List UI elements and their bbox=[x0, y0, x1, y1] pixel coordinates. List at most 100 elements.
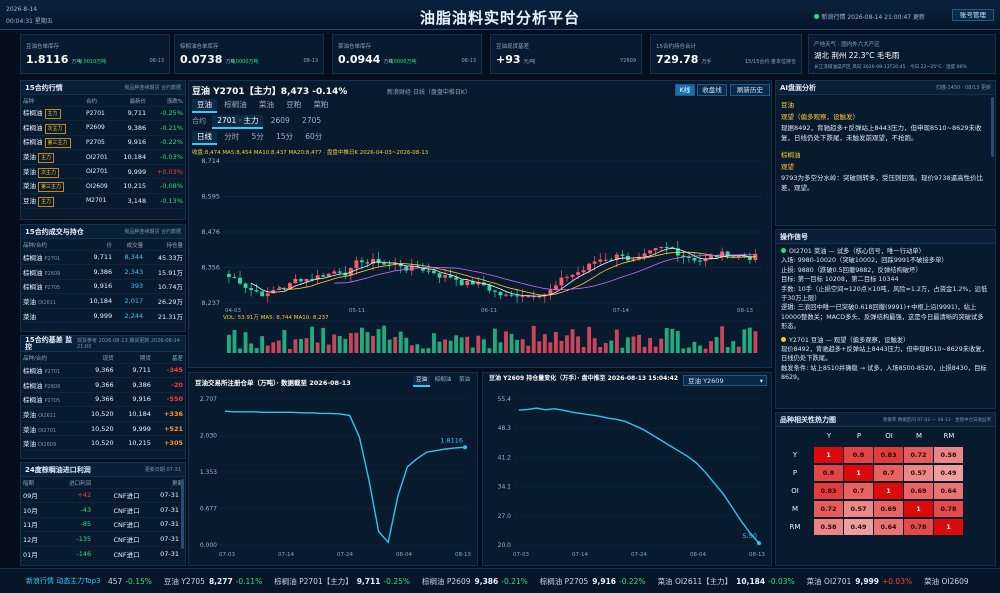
ticker-item[interactable]: 棕榈油 P2701【主力】 9,711 -0.25% bbox=[274, 577, 410, 586]
basis-value: -550 bbox=[152, 392, 185, 408]
wh-tab-palm-oil[interactable]: 棕榈油 bbox=[432, 376, 455, 385]
contract-2701[interactable]: 2701 · 主力 bbox=[212, 115, 264, 129]
volume-header-row: 品种/合约价成交量 持仓量 bbox=[21, 240, 185, 251]
table-row[interactable]: 菜油 OI2611 10,520 10,184 +336 bbox=[21, 406, 185, 422]
kline-button[interactable]: K线 bbox=[675, 84, 695, 96]
table-row[interactable]: 棕榈油 P2705 9,916 393 10.74万 bbox=[21, 279, 185, 295]
volume-bar bbox=[476, 335, 481, 353]
ma20-line bbox=[334, 254, 756, 291]
ticker-item[interactable]: 棕榈油 P2609 9,386 -0.21% bbox=[422, 577, 528, 586]
table-row[interactable]: 12月 -135 CNF进口 07-31 bbox=[21, 531, 185, 547]
close-line-button[interactable]: 收盘线 bbox=[697, 84, 727, 96]
profit-scrollbar[interactable] bbox=[181, 479, 184, 549]
wh-tab-rapeseed-oil[interactable]: 菜油 bbox=[456, 376, 473, 385]
candle-body bbox=[587, 263, 592, 271]
quote-tag: 次主力 bbox=[38, 167, 60, 178]
candle-body bbox=[332, 271, 337, 274]
tab-rapeseed-meal[interactable]: 菜粕 bbox=[308, 99, 333, 111]
ticker-item[interactable]: 菜油 OI2611【主力】 10,184 -0.03% bbox=[658, 577, 795, 586]
table-row[interactable]: 01月 -146 CNF进口 07-31 bbox=[21, 546, 185, 562]
basis-panel: 15合约基差 监控 现货参考 2026-08-13 期货更新 2026-08-14… bbox=[20, 335, 186, 459]
ticker-item[interactable]: 菜油 OI2609 bbox=[924, 577, 969, 586]
ticker-item[interactable]: 棕榈油 P2705 9,916 -0.22% bbox=[540, 577, 646, 586]
contract-select[interactable]: 豆油 Y2609 ▾ bbox=[683, 375, 767, 386]
y-tick-label: 8,595 bbox=[201, 193, 220, 201]
heatmap-cell: 0.49 bbox=[844, 519, 873, 535]
volume-name-cell: 棕榈油 P2705 bbox=[21, 279, 78, 295]
table-row[interactable]: 菜油 OI2701 10,520 9,999 +521 bbox=[21, 421, 185, 437]
oi-chart-panel: 豆油 Y2609 持仓量变化（万手）· 盘中推至 2026-08-13 15:0… bbox=[482, 372, 772, 566]
tab-soybean-oil[interactable]: 豆油 bbox=[192, 99, 217, 113]
contract-row: 合约 2701 · 主力 2609 2705 bbox=[192, 115, 326, 129]
ai-content: 豆油 观望（偏多观察，设触发） 现据8492，背驰趋多+反弹站上8443压力，但… bbox=[781, 101, 987, 193]
candle-body bbox=[376, 258, 381, 264]
kpi-value: 0.0738 万吨 bbox=[180, 53, 235, 66]
table-row[interactable]: 棕榈油 次主力 P2609 9,386 -0.21% bbox=[21, 120, 185, 136]
volume-bar bbox=[520, 339, 525, 353]
tab-soybean-meal[interactable]: 豆粕 bbox=[281, 99, 306, 111]
col-spot: 现货 bbox=[78, 353, 116, 364]
kpi-number: +93 bbox=[496, 53, 521, 66]
candle-body bbox=[299, 278, 303, 282]
ticker-item[interactable]: 豆油 Y2705 8,277 -0.11% bbox=[164, 577, 262, 586]
basis-name: 棕榈油 bbox=[23, 396, 43, 405]
table-row[interactable]: 菜油 主力 OI2701 10,184 -0.03% bbox=[21, 149, 185, 165]
table-row[interactable]: 棕榈油 P2705 9,366 9,916 -550 bbox=[21, 392, 185, 408]
table-row[interactable]: 11月 -85 CNF进口 07-31 bbox=[21, 517, 185, 533]
candlestick-chart[interactable]: 8,714 8,595 8,476 8,356 8,237 04-03 05-11 06-11… bbox=[189, 155, 771, 367]
basis-name-cell: 菜油 OI2609 bbox=[21, 435, 79, 452]
volume-bar bbox=[675, 330, 680, 353]
volume-bar bbox=[432, 333, 436, 353]
ticker-item[interactable]: 菜油 OI2701 9,999 +0.03% bbox=[807, 577, 912, 586]
volume-bar bbox=[531, 325, 536, 353]
table-row[interactable]: 棕榈油 主力 P2701 9,711 -0.25% bbox=[21, 106, 185, 122]
table-row[interactable]: 菜油 9,999 2,244 21.31万 bbox=[21, 308, 185, 324]
heatmap-cell: 1 bbox=[844, 465, 873, 481]
volume-bar bbox=[659, 338, 664, 353]
contract-2609[interactable]: 2609 bbox=[266, 115, 295, 127]
wh-tab-soybean-oil[interactable]: 豆油 bbox=[412, 376, 430, 387]
ticker-name: 菜油 OI2701 bbox=[806, 577, 852, 586]
profit-month: 01月 bbox=[21, 546, 52, 562]
period-5min[interactable]: 5分 bbox=[246, 131, 268, 143]
period-daily[interactable]: 日线 bbox=[192, 131, 217, 145]
volume-code: P2701 bbox=[44, 256, 61, 263]
profit-value: -43 bbox=[51, 502, 94, 518]
table-row[interactable]: 豆油 主力 M2701 3,148 -0.13% bbox=[21, 193, 185, 209]
basis-fut: 9,999 bbox=[115, 421, 153, 437]
table-row[interactable]: 棕榈油 P2609 9,366 9,386 -20 bbox=[21, 377, 185, 393]
candle-body bbox=[664, 247, 669, 249]
contract-2705[interactable]: 2705 bbox=[297, 115, 326, 127]
table-row[interactable]: 棕榈油 P2701 9,366 9,711 -345 bbox=[21, 363, 185, 379]
candle-body bbox=[576, 272, 581, 275]
volume-bar bbox=[747, 327, 752, 353]
table-row[interactable]: 菜油 OI2609 10,520 10,215 +305 bbox=[21, 435, 185, 452]
table-row[interactable]: 棕榈油 P2609 9,386 2,343 15.91万 bbox=[21, 264, 185, 280]
period-15min[interactable]: 15分 bbox=[271, 131, 298, 143]
ai-scrollbar[interactable] bbox=[991, 97, 994, 157]
table-row[interactable]: 菜油 次主力 OI2701 9,999 +0.03% bbox=[21, 164, 185, 180]
period-intraday[interactable]: 分时 bbox=[219, 131, 244, 143]
kpi-card-4: 15合约持仓合计 729.78 万手 15/15合约·金本位持仓 bbox=[650, 34, 802, 74]
tab-rapeseed-oil[interactable]: 菜油 bbox=[254, 99, 279, 111]
refresh-history-button[interactable]: 刷新历史 bbox=[730, 84, 770, 96]
ticker-item[interactable]: 457 -0.15% bbox=[108, 577, 152, 586]
contract-label: 合约 bbox=[192, 117, 206, 125]
table-row[interactable]: 菜油 第三主力 OI2609 10,215 -0.08% bbox=[21, 178, 185, 195]
quote-name-cell: 菜油 主力 bbox=[21, 149, 84, 165]
table-row[interactable]: 09月 +42 CNF进口 07-31 bbox=[21, 488, 185, 504]
table-row[interactable]: 10月 -43 CNF进口 07-31 bbox=[21, 502, 185, 518]
tab-palm-oil[interactable]: 棕榈油 bbox=[219, 99, 252, 111]
table-row[interactable]: 棕榈油 P2701 9,711 8,344 45.33万 bbox=[21, 250, 185, 266]
ai-section-view: 观望 bbox=[781, 162, 794, 171]
y-tick-label: 1.353 bbox=[200, 469, 217, 476]
table-row[interactable]: 棕榈油 第三主力 P2705 9,916 -0.22% bbox=[21, 135, 185, 151]
kpi-number: 0.0944 bbox=[338, 53, 381, 66]
candle-body bbox=[276, 288, 281, 290]
volume-bar bbox=[420, 348, 425, 353]
account-button[interactable]: 账号管理 bbox=[952, 9, 994, 21]
volume-bar bbox=[227, 334, 231, 353]
volume-code: P2705 bbox=[44, 285, 61, 292]
period-60min[interactable]: 60分 bbox=[300, 131, 327, 143]
table-row[interactable]: 菜油 OI2611 10,184 2,017 26.29万 bbox=[21, 293, 185, 309]
